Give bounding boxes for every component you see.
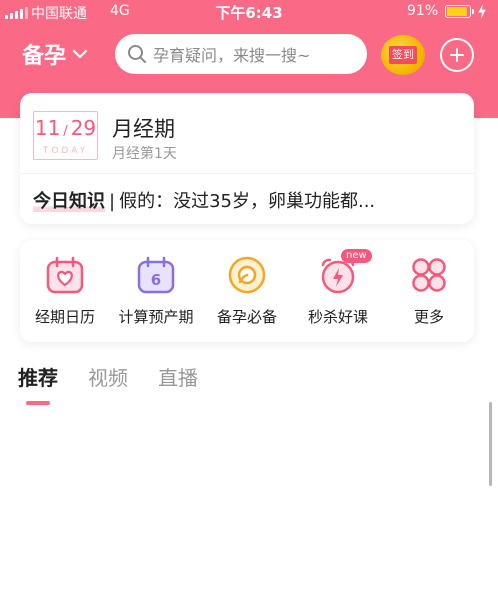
shortcut-due-date[interactable]: 6 计算预产期 [111, 254, 201, 327]
shortcut-label: 计算预产期 [118, 308, 194, 326]
content-tabs: 推荐 视频 直播 [18, 362, 198, 405]
tab-recommended[interactable]: 推荐 [18, 362, 58, 405]
battery-icon [445, 5, 474, 18]
shortcut-label: 经期日历 [34, 308, 95, 326]
new-badge: new [341, 249, 372, 263]
shortcut-flash-sale[interactable]: new 秒杀好课 [293, 249, 383, 327]
shortcut-label: 秒杀好课 [307, 308, 368, 326]
chevron-down-icon [72, 49, 88, 59]
today-date: 11/29 [34, 116, 97, 140]
mode-selector[interactable]: 备孕 [22, 38, 88, 70]
search-icon [128, 45, 146, 63]
date-badge: 11/29 TODAY [33, 111, 98, 160]
calendar-six-icon: 6 [137, 256, 175, 294]
egg-icon [228, 256, 266, 294]
checkin-button[interactable]: 签到 [381, 35, 425, 75]
shortcut-more[interactable]: 更多 [384, 254, 474, 327]
mode-label: 备孕 [22, 44, 67, 69]
shortcut-label: 更多 [413, 308, 444, 326]
add-button[interactable] [440, 38, 474, 72]
tab-live[interactable]: 直播 [158, 362, 198, 391]
charging-bolt-icon [478, 4, 486, 19]
daily-knowledge[interactable]: 今日知识 | 假的：没过35岁，卵巢功能都... [33, 187, 375, 213]
status-bar: 中国联通 4G 下午6:43 91% [0, 0, 498, 24]
knowledge-separator: | [109, 191, 116, 212]
checkin-label: 签到 [389, 46, 417, 64]
cycle-phase-title: 月经期 [112, 117, 175, 141]
scrollbar[interactable] [489, 402, 492, 486]
period-card[interactable]: 11/29 TODAY 月经期 月经第1天 今日知识 | 假的：没过35岁，卵巢功能… [20, 93, 474, 224]
more-grid-icon [412, 258, 446, 292]
battery-percent: 91% [407, 3, 439, 19]
knowledge-tag: 今日知识 [33, 191, 105, 212]
svg-text:6: 6 [151, 271, 161, 289]
shortcut-label: 备孕必备 [216, 308, 277, 326]
shortcut-essentials[interactable]: 备孕必备 [202, 254, 292, 327]
knowledge-text: 假的：没过35岁，卵巢功能都... [119, 191, 376, 212]
search-input[interactable]: 孕育疑问，来搜一搜~ [115, 34, 367, 74]
cycle-day-subtitle: 月经第1天 [112, 146, 177, 162]
shortcut-grid: 经期日历 6 计算预产期 备孕必备 new 秒杀好课 更多 [20, 240, 474, 342]
divider [20, 173, 474, 174]
shortcut-period-calendar[interactable]: 经期日历 [20, 254, 110, 327]
tab-video[interactable]: 视频 [88, 362, 128, 391]
search-placeholder: 孕育疑问，来搜一搜~ [153, 46, 311, 65]
today-label: TODAY [42, 146, 89, 156]
calendar-heart-icon [46, 256, 84, 294]
